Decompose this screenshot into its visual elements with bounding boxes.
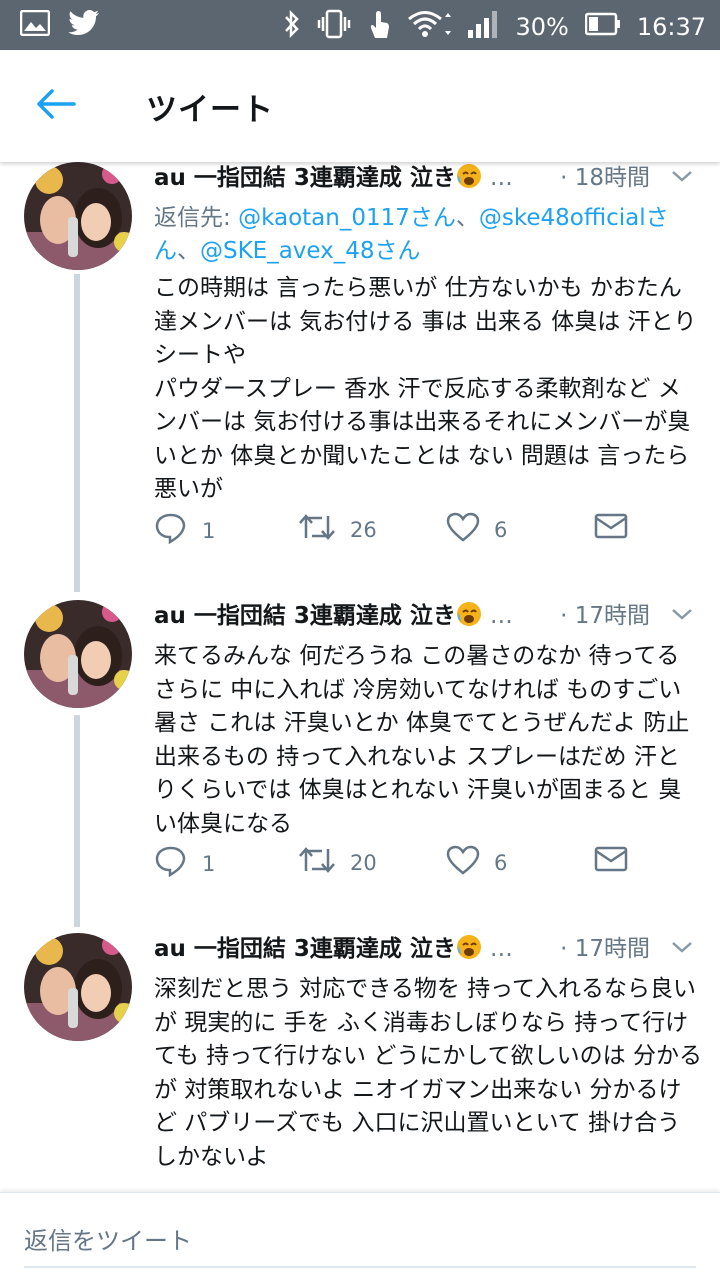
tweet-handle[interactable]: … xyxy=(490,936,513,962)
tweet-text: 深刻だと思う 対応できる物を 持って入れるなら良いが 現実的に 手を ふく消毒お… xyxy=(154,976,702,1170)
twitter-notification-icon xyxy=(68,10,100,40)
direct-message-button[interactable] xyxy=(594,512,628,545)
input-underline xyxy=(24,1266,696,1268)
tweet-actions: 1 26 6 xyxy=(154,512,674,556)
reply-count: 1 xyxy=(202,851,216,876)
reply-button[interactable]: 1 xyxy=(154,512,215,549)
tweet-text: この時期は 言ったら悪いが 仕方ないかも かおたん 達メンバーは 気お付ける 事… xyxy=(154,275,697,502)
crying-emoji-icon xyxy=(456,164,484,189)
bluetooth-icon xyxy=(283,9,301,45)
tweet-author-name[interactable]: au 一指団結 3連覇達成 泣き xyxy=(154,603,456,629)
avatar[interactable] xyxy=(24,600,132,708)
reply-to-line: 返信先: @kaotan_0117さん、@ske48officialさん、@SK… xyxy=(154,205,669,264)
retweet-count: 20 xyxy=(350,850,377,875)
wifi-icon xyxy=(407,9,452,45)
thread-connector xyxy=(74,715,80,927)
tweet-handle[interactable]: … xyxy=(490,165,513,191)
direct-message-button[interactable] xyxy=(594,845,628,878)
signal-icon xyxy=(467,10,499,44)
status-bar: 30% 16:37 xyxy=(0,0,720,50)
tweet-text: 来てるみんな 何だろうね この暑さのなか 待ってる さらに 中に入れば 冷房効い… xyxy=(154,643,690,837)
avatar[interactable] xyxy=(24,162,132,270)
reply-composer[interactable]: 返信をツイート xyxy=(0,1192,720,1280)
app-header: ツイート xyxy=(0,50,720,162)
retweet-count: 26 xyxy=(350,517,377,542)
retweet-icon xyxy=(298,512,336,547)
clock: 16:37 xyxy=(636,13,706,41)
envelope-icon xyxy=(594,512,628,545)
chevron-down-icon[interactable] xyxy=(670,168,694,188)
heart-icon xyxy=(446,845,480,880)
battery-percent: 30% xyxy=(515,13,569,41)
like-count: 6 xyxy=(494,517,508,542)
touch-icon xyxy=(367,8,391,46)
tweet-author-name[interactable]: au 一指団結 3連覇達成 泣き xyxy=(154,165,456,191)
like-button[interactable]: 6 xyxy=(446,845,507,880)
chevron-down-icon[interactable] xyxy=(670,939,694,959)
gallery-notification-icon xyxy=(19,9,51,40)
avatar[interactable] xyxy=(24,933,132,1041)
retweet-button[interactable]: 20 xyxy=(298,845,377,880)
back-arrow-icon xyxy=(36,89,76,123)
page-title: ツイート xyxy=(146,92,274,128)
mention-link[interactable]: @kaotan_0117さん xyxy=(238,205,456,231)
like-count: 6 xyxy=(494,850,508,875)
retweet-icon xyxy=(298,845,336,880)
reply-count: 1 xyxy=(202,518,216,543)
vibrate-icon xyxy=(317,9,351,45)
retweet-button[interactable]: 26 xyxy=(298,512,377,547)
envelope-icon xyxy=(594,845,628,878)
tweet-handle[interactable]: … xyxy=(490,603,513,629)
crying-emoji-icon xyxy=(456,602,484,627)
reply-input[interactable]: 返信をツイート xyxy=(24,1221,192,1256)
chevron-down-icon[interactable] xyxy=(670,606,694,626)
mention-link[interactable]: @SKE_avex_48さん xyxy=(200,238,421,264)
reply-button[interactable]: 1 xyxy=(154,845,215,882)
tweet-timestamp[interactable]: · 17時間 xyxy=(560,929,650,963)
tweet-author-name[interactable]: au 一指団結 3連覇達成 泣き xyxy=(154,936,456,962)
tweet-timestamp[interactable]: · 17時間 xyxy=(560,596,650,630)
reply-to-prefix: 返信先: xyxy=(154,205,239,231)
tweet-thread[interactable]: au 一指団結 3連覇達成 泣き … · 18時間 返信先: @kaotan_01… xyxy=(0,162,720,1192)
crying-emoji-icon xyxy=(456,935,484,960)
reply-icon xyxy=(154,512,188,549)
like-button[interactable]: 6 xyxy=(446,512,507,547)
thread-connector xyxy=(74,274,80,592)
back-button[interactable] xyxy=(28,80,84,132)
battery-icon xyxy=(584,12,621,42)
reply-icon xyxy=(154,845,188,882)
tweet-timestamp[interactable]: · 18時間 xyxy=(560,162,650,192)
heart-icon xyxy=(446,512,480,547)
tweet-actions: 1 20 6 xyxy=(154,845,674,889)
